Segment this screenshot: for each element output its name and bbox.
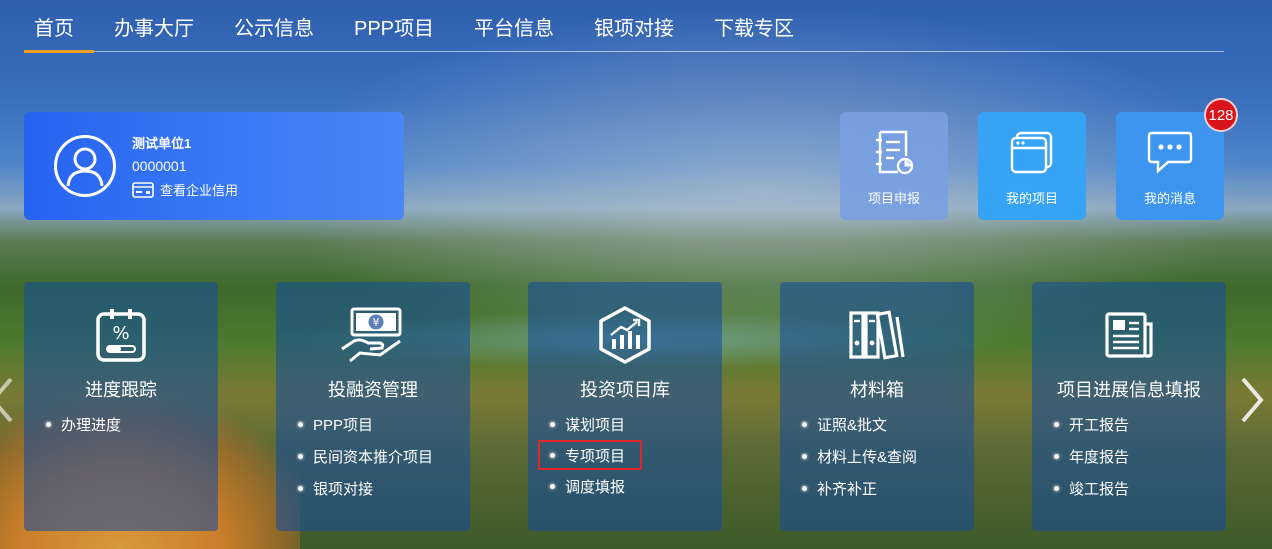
progress-clipboard-icon: % — [96, 309, 146, 362]
user-card: 测试单位1 0000001 查看企业信用 — [24, 112, 404, 220]
nav-item-home[interactable]: 首页 — [24, 0, 94, 53]
chevron-right-icon — [1241, 377, 1264, 423]
nav-item-ppp[interactable]: PPP项目 — [334, 0, 454, 52]
tile-label: 我的项目 — [1005, 191, 1058, 206]
svg-text:%: % — [112, 323, 129, 344]
nav-item-public-info[interactable]: 公示信息 — [214, 0, 334, 52]
user-code: 0000001 — [132, 158, 187, 174]
panel-title: 投资项目库 — [580, 380, 670, 400]
nav-item-platform-info[interactable]: 平台信息 — [454, 0, 574, 52]
carousel-next-button[interactable] — [1236, 370, 1268, 430]
list-item[interactable]: 银项对接 — [298, 472, 470, 504]
chart-hexagon-icon — [599, 306, 651, 364]
panel-material-box: 材料箱 证照&批文 材料上传&查阅 补齐补正 — [780, 282, 974, 531]
list-item[interactable]: 证照&批文 — [802, 408, 974, 440]
binders-icon — [849, 310, 905, 360]
list-item[interactable]: PPP项目 — [298, 408, 470, 440]
panel-list: 证照&批文 材料上传&查阅 补齐补正 — [780, 408, 974, 504]
credit-link[interactable]: 查看企业信用 — [132, 180, 238, 199]
panel-investment-library: 投资项目库 谋划项目 专项项目 调度填报 — [528, 282, 722, 531]
message-bubble-icon — [1147, 131, 1193, 174]
panel-progress-tracking: % 进度跟踪 办理进度 — [24, 282, 218, 531]
list-item[interactable]: 开工报告 — [1054, 408, 1226, 440]
list-item[interactable]: 调度填报 — [550, 470, 722, 502]
message-count-badge: 128 — [1204, 98, 1238, 132]
chevron-left-icon — [0, 377, 13, 423]
svg-text:¥: ¥ — [373, 316, 380, 329]
tile-project-report[interactable]: 项目申报 — [840, 112, 948, 220]
credit-card-icon — [132, 181, 154, 198]
panel-progress-info-report: 项目进展信息填报 开工报告 年度报告 竣工报告 — [1032, 282, 1226, 531]
report-doc-icon — [876, 130, 914, 175]
user-name: 测试单位1 — [132, 136, 192, 151]
list-item-highlighted[interactable]: 专项项目 — [538, 440, 642, 470]
money-hand-icon: ¥ — [341, 307, 402, 363]
tile-my-projects[interactable]: 我的项目 — [978, 112, 1086, 220]
tile-label: 项目申报 — [867, 191, 920, 206]
list-item[interactable]: 材料上传&查阅 — [802, 440, 974, 472]
panel-title: 进度跟踪 — [85, 380, 157, 400]
panel-title: 材料箱 — [850, 380, 904, 400]
tile-label: 我的消息 — [1143, 191, 1196, 206]
folder-stack-icon — [1010, 131, 1053, 174]
list-item[interactable]: 补齐补正 — [802, 472, 974, 504]
top-nav: 首页 办事大厅 公示信息 PPP项目 平台信息 银项对接 下载专区 — [24, 0, 1224, 53]
panel-title: 投融资管理 — [328, 380, 418, 400]
list-item[interactable]: 竣工报告 — [1054, 472, 1226, 504]
avatar — [54, 135, 116, 197]
user-icon — [66, 147, 104, 187]
panel-list: 开工报告 年度报告 竣工报告 — [1032, 408, 1226, 504]
panel-title: 项目进展信息填报 — [1057, 380, 1201, 400]
credit-link-label: 查看企业信用 — [160, 183, 239, 198]
nav-item-service-hall[interactable]: 办事大厅 — [94, 0, 214, 52]
nav-item-downloads[interactable]: 下载专区 — [694, 0, 814, 52]
list-item[interactable]: 办理进度 — [46, 408, 218, 440]
list-item[interactable]: 谋划项目 — [550, 408, 722, 440]
tile-my-messages[interactable]: 128 我的消息 — [1116, 98, 1238, 220]
list-item[interactable]: 年度报告 — [1054, 440, 1226, 472]
list-item[interactable]: 民间资本推介项目 — [298, 440, 470, 472]
carousel-prev-button[interactable] — [0, 370, 18, 430]
user-info: 测试单位1 0000001 查看企业信用 — [132, 133, 238, 199]
nav-item-bank-project[interactable]: 银项对接 — [574, 0, 694, 52]
panel-list: 办理进度 — [24, 408, 218, 440]
panel-investment-financing: ¥ 投融资管理 PPP项目 民间资本推介项目 银项对接 — [276, 282, 470, 531]
panel-list: PPP项目 民间资本推介项目 银项对接 — [276, 408, 470, 504]
panel-list: 谋划项目 专项项目 调度填报 — [528, 408, 722, 502]
newspaper-icon — [1105, 312, 1153, 358]
